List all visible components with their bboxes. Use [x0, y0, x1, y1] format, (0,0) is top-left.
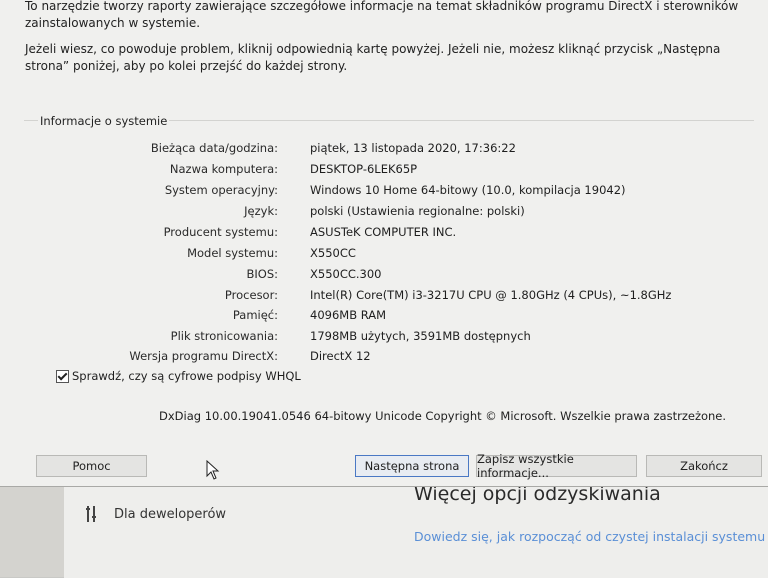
info-value: 1798MB użytych, 3591MB dostępnych: [310, 329, 531, 343]
info-label: Nazwa komputera:: [169, 162, 278, 176]
info-row-manufacturer: Producent systemu: ASUSTeK COMPUTER INC.: [24, 225, 724, 243]
info-row-processor: Procesor: Intel(R) Core(TM) i3-3217U CPU…: [24, 288, 724, 306]
system-info-group: Informacje o systemie Bieżąca data/godzi…: [24, 114, 754, 431]
info-row-os: System operacyjny: Windows 10 Home 64-bi…: [24, 183, 724, 201]
info-label: Procesor:: [224, 288, 278, 302]
info-row-datetime: Bieżąca data/godzina: piątek, 13 listopa…: [24, 141, 724, 159]
info-value: DESKTOP-6LEK65P: [310, 162, 418, 176]
info-value: X550CC: [310, 246, 356, 260]
whql-checkbox-label: Sprawdź, czy są cyfrowe podpisy WHQL: [72, 369, 301, 383]
info-row-model: Model systemu: X550CC: [24, 246, 724, 264]
help-button[interactable]: Pomoc: [36, 455, 147, 477]
nav-item-developers[interactable]: Dla deweloperów: [84, 505, 226, 523]
intro-line-1: To narzędzie tworzy raporty zawierające …: [25, 0, 739, 30]
info-label: Język:: [244, 204, 278, 218]
info-label: BIOS:: [246, 267, 278, 281]
info-row-computer-name: Nazwa komputera: DESKTOP-6LEK65P: [24, 162, 724, 180]
copyright-text: DxDiag 10.00.19041.0546 64-bitowy Unicod…: [159, 409, 727, 423]
whql-check-row[interactable]: Sprawdź, czy są cyfrowe podpisy WHQL: [56, 369, 301, 383]
info-label: Model systemu:: [187, 246, 278, 260]
intro-text: To narzędzie tworzy raporty zawierające …: [25, 0, 760, 84]
info-label: Bieżąca data/godzina:: [150, 141, 278, 155]
whql-checkbox[interactable]: [56, 369, 69, 383]
info-value: DirectX 12: [310, 349, 371, 363]
info-value: 4096MB RAM: [310, 308, 387, 322]
info-value: Intel(R) Core(TM) i3-3217U CPU @ 1.80GHz…: [310, 288, 672, 302]
info-label: System operacyjny:: [164, 183, 278, 197]
info-value: ASUSTeK COMPUTER INC.: [310, 225, 457, 239]
group-label: Informacje o systemie: [38, 114, 170, 128]
info-row-page-file: Plik stronicowania: 1798MB użytych, 3591…: [24, 329, 724, 347]
info-value: piątek, 13 listopada 2020, 17:36:22: [310, 141, 516, 155]
info-row-directx: Wersja programu DirectX: DirectX 12: [24, 349, 724, 367]
next-page-button[interactable]: Następna strona: [355, 455, 469, 477]
info-label: Pamięć:: [232, 308, 278, 322]
save-all-info-button[interactable]: Zapisz wszystkie informacje...: [476, 452, 637, 480]
info-value: X550CC.300: [310, 267, 382, 281]
info-row-memory: Pamięć: 4096MB RAM: [24, 308, 724, 326]
desktop-strip: [0, 478, 64, 577]
info-value: Windows 10 Home 64-bitowy (10.0, kompila…: [310, 183, 626, 197]
developer-tools-icon: [86, 506, 96, 522]
intro-line-2: Jeżeli wiesz, co powoduje problem, klikn…: [25, 42, 721, 73]
info-label: Plik stronicowania:: [170, 329, 278, 343]
dxdiag-dialog: To narzędzie tworzy raporty zawierające …: [0, 0, 768, 487]
mouse-cursor-icon: [206, 460, 220, 480]
info-row-bios: BIOS: X550CC.300: [24, 267, 724, 285]
info-value: polski (Ustawienia regionalne: polski): [310, 204, 525, 218]
nav-item-label: Dla deweloperów: [114, 506, 227, 522]
info-label: Producent systemu:: [163, 225, 278, 239]
clean-install-link[interactable]: Dowiedz się, jak rozpocząć od czystej in…: [414, 529, 765, 544]
exit-button[interactable]: Zakończ: [646, 455, 762, 477]
info-row-language: Język: polski (Ustawienia regionalne: po…: [24, 204, 724, 222]
settings-window: Dla deweloperów Więcej opcji odzyskiwani…: [64, 478, 768, 578]
info-label: Wersja programu DirectX:: [129, 349, 278, 363]
